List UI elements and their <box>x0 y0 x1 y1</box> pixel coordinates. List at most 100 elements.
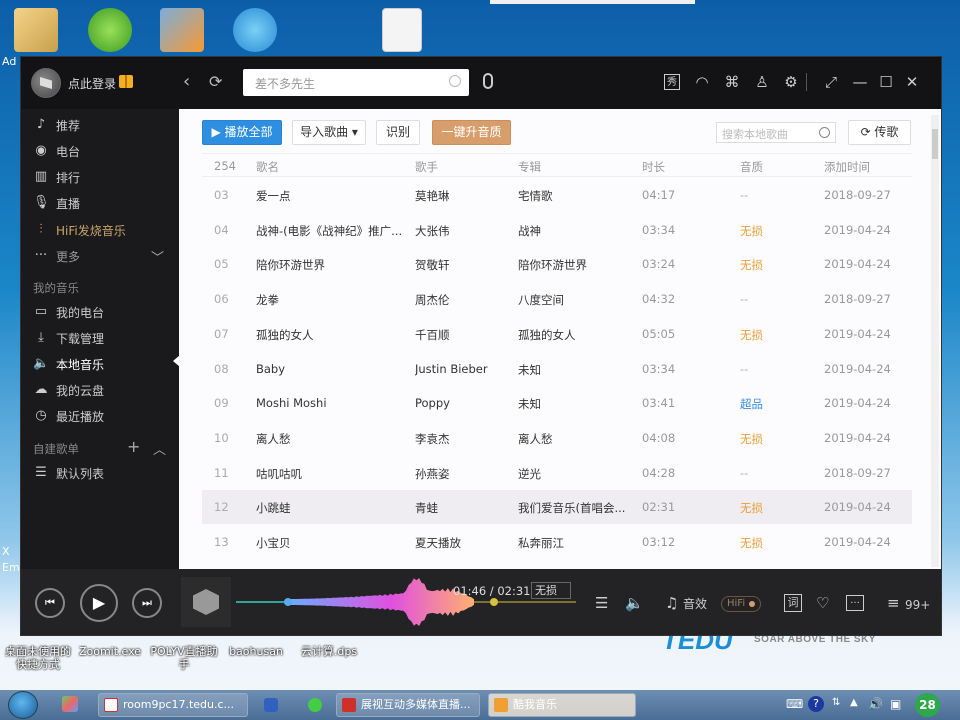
sidebar-item-live[interactable]: 🎙 直播 <box>33 193 173 213</box>
table-row[interactable]: 06 龙拳 周杰伦 八度空间 04:32 -- 2018-09-27 <box>202 282 912 316</box>
sidebar-item-downloads[interactable]: ⤓ 下载管理 <box>33 328 173 348</box>
progress-handle[interactable] <box>490 598 498 606</box>
refresh-icon[interactable]: ⟳ <box>209 72 222 92</box>
previous-button[interactable]: ⏮ <box>35 588 65 618</box>
table-row[interactable]: 11 咕叽咕叽 孙燕姿 逆光 04:28 -- 2018-09-27 <box>202 456 912 490</box>
header-artist[interactable]: 歌手 <box>415 159 438 175</box>
song-album[interactable]: 未知 <box>518 396 633 412</box>
song-album[interactable]: 私奔丽江 <box>518 535 633 551</box>
identify-button[interactable]: 识别 <box>376 120 420 145</box>
heart-icon[interactable]: ♡ <box>816 595 829 611</box>
p-app-icon[interactable] <box>264 698 278 712</box>
next-button[interactable]: ⏭ <box>132 588 162 618</box>
arrow-up-icon[interactable]: ▲ <box>850 697 858 708</box>
search-input[interactable]: 差不多先生 <box>243 69 469 96</box>
show-icon[interactable]: 秀 <box>664 74 680 90</box>
table-row[interactable]: 05 陪你环游世界 贺敬轩 陪你环游世界 03:24 无损 2019-04-24 <box>202 247 912 281</box>
table-row[interactable]: 04 战神-(电影《战神纪》推广... 大张伟 战神 03:34 无损 2019-04-24 <box>202 213 912 247</box>
album-cover[interactable] <box>181 577 231 627</box>
chevron-down-icon[interactable]: ﹀ <box>151 247 164 266</box>
back-icon[interactable]: ‹ <box>183 72 190 92</box>
search-icon[interactable] <box>819 127 830 138</box>
song-album[interactable]: 战神 <box>518 223 633 239</box>
table-row[interactable]: 07 孤独的女人 千百顺 孤独的女人 05:05 无损 2019-04-24 <box>202 317 912 351</box>
sidebar-item-recommend[interactable]: ♪ 推荐 <box>33 115 173 135</box>
play-all-button[interactable]: ▶ 播放全部 <box>202 120 282 145</box>
song-album[interactable]: 逆光 <box>518 466 633 482</box>
search-icon[interactable] <box>449 75 461 87</box>
song-album[interactable]: 陪你环游世界 <box>518 257 633 273</box>
mini-mode-icon[interactable]: ⤢ <box>823 74 839 90</box>
play-button[interactable]: ▶ <box>80 584 118 622</box>
song-artist[interactable]: 夏天播放 <box>415 535 461 551</box>
table-row[interactable]: 03 爱一点 莫艳琳 宅情歌 04:17 -- 2018-09-27 <box>202 178 912 212</box>
song-album[interactable]: 八度空间 <box>518 292 633 308</box>
more-icon[interactable]: ··· <box>846 595 864 611</box>
gift-icon[interactable] <box>119 75 133 88</box>
headphones-icon[interactable]: ◠ <box>694 74 710 90</box>
tshirt-icon[interactable]: ♙ <box>754 74 770 90</box>
app-grid-icon[interactable] <box>62 696 78 712</box>
gear-icon[interactable]: ⚙ <box>783 74 799 90</box>
chevron-up-icon[interactable]: ︿ <box>153 439 166 458</box>
local-search-input[interactable]: 搜索本地歌曲 <box>716 122 836 143</box>
transfer-songs-button[interactable]: ⟳ 传歌 <box>848 120 911 145</box>
browser-e-icon[interactable] <box>88 8 132 52</box>
monitor-icon[interactable]: ▣ <box>890 697 901 711</box>
clock-badge[interactable]: 28 <box>915 693 940 717</box>
desktop-icon-label[interactable]: baohusan <box>226 645 286 658</box>
song-artist[interactable]: 周杰伦 <box>415 292 450 308</box>
taskbar-task-music[interactable]: 酷我音乐 <box>488 693 636 717</box>
song-artist[interactable]: Poppy <box>415 396 450 410</box>
lyrics-button[interactable]: 词 <box>784 594 802 612</box>
table-row[interactable]: 13 小宝贝 夏天播放 私奔丽江 03:12 无损 2019-04-24 <box>202 525 912 559</box>
sidebar-item-my-radio[interactable]: ▭ 我的电台 <box>33 302 173 322</box>
table-row[interactable]: 08 Baby Justin Bieber 未知 03:34 -- 2019-04-24 <box>202 352 912 386</box>
song-artist[interactable]: 大张伟 <box>415 223 450 239</box>
sound-effects-button[interactable]: 音效 <box>683 596 707 612</box>
minimize-icon[interactable]: — <box>852 74 868 90</box>
music-note-icon[interactable]: ♫ <box>665 595 678 611</box>
desktop-icon-label[interactable]: 桌面未使用的快捷方式 <box>2 645 74 671</box>
browser-icon[interactable] <box>308 698 322 712</box>
scrollbar-thumb[interactable] <box>932 129 938 159</box>
song-album[interactable]: 我们爱音乐(首唱会... <box>518 500 633 516</box>
start-button[interactable] <box>8 691 38 719</box>
table-row[interactable]: 10 离人愁 李袁杰 离人愁 04:08 无损 2019-04-24 <box>202 421 912 455</box>
song-album[interactable]: 离人愁 <box>518 431 633 447</box>
song-album[interactable]: 宅情歌 <box>518 188 633 204</box>
header-quality[interactable]: 音质 <box>740 159 763 175</box>
song-album[interactable]: 孤独的女人 <box>518 327 633 343</box>
song-artist[interactable]: 李袁杰 <box>415 431 450 447</box>
song-artist[interactable]: 贺敬轩 <box>415 257 450 273</box>
sidebar-item-local-music[interactable]: 🔈 本地音乐 <box>33 354 173 374</box>
taskbar-task-live[interactable]: 展视互动多媒体直播... <box>336 693 480 717</box>
hifi-toggle[interactable]: HiFi <box>721 596 761 612</box>
sidebar-item-recent[interactable]: ◷ 最近播放 <box>33 406 173 426</box>
gamepad-icon[interactable]: ⌘ <box>724 74 740 90</box>
taskbar-task-room[interactable]: room9pc17.tedu.c... <box>98 693 248 717</box>
sidebar-item-cloud[interactable]: ☁ 我的云盘 <box>33 380 173 400</box>
header-name[interactable]: 歌名 <box>256 159 279 175</box>
queue-count[interactable]: 99+ <box>905 597 930 613</box>
song-artist[interactable]: 青蛙 <box>415 500 438 516</box>
sidebar-item-radio[interactable]: ◉ 电台 <box>33 141 173 161</box>
keyboard-icon[interactable]: ⌨ <box>786 697 803 711</box>
login-link[interactable]: 点此登录 <box>68 75 116 92</box>
song-artist[interactable]: 孙燕姿 <box>415 466 450 482</box>
desktop-icon-label[interactable]: Zoomit.exe <box>78 645 142 658</box>
song-album[interactable]: 未知 <box>518 362 633 378</box>
sidebar-item-ranking[interactable]: ▥ 排行 <box>33 167 173 187</box>
scrollbar[interactable] <box>931 115 939 567</box>
volume-tray-icon[interactable]: 🔊 <box>868 697 883 711</box>
sidebar-item-hifi[interactable]: ⫶ HiFi发烧音乐 <box>33 220 173 240</box>
sync-app-icon[interactable] <box>233 8 277 52</box>
song-artist[interactable]: Justin Bieber <box>415 362 488 376</box>
add-playlist-icon[interactable]: + <box>127 437 140 456</box>
volume-icon[interactable]: 🔈 <box>625 595 644 611</box>
voice-search-icon[interactable] <box>483 73 493 89</box>
header-added[interactable]: 添加时间 <box>824 159 870 175</box>
song-artist[interactable]: 莫艳琳 <box>415 188 450 204</box>
table-row[interactable]: 09 Moshi Moshi Poppy 未知 03:41 超品 2019-04-24 <box>202 386 912 420</box>
chart-app-icon[interactable] <box>160 8 204 52</box>
